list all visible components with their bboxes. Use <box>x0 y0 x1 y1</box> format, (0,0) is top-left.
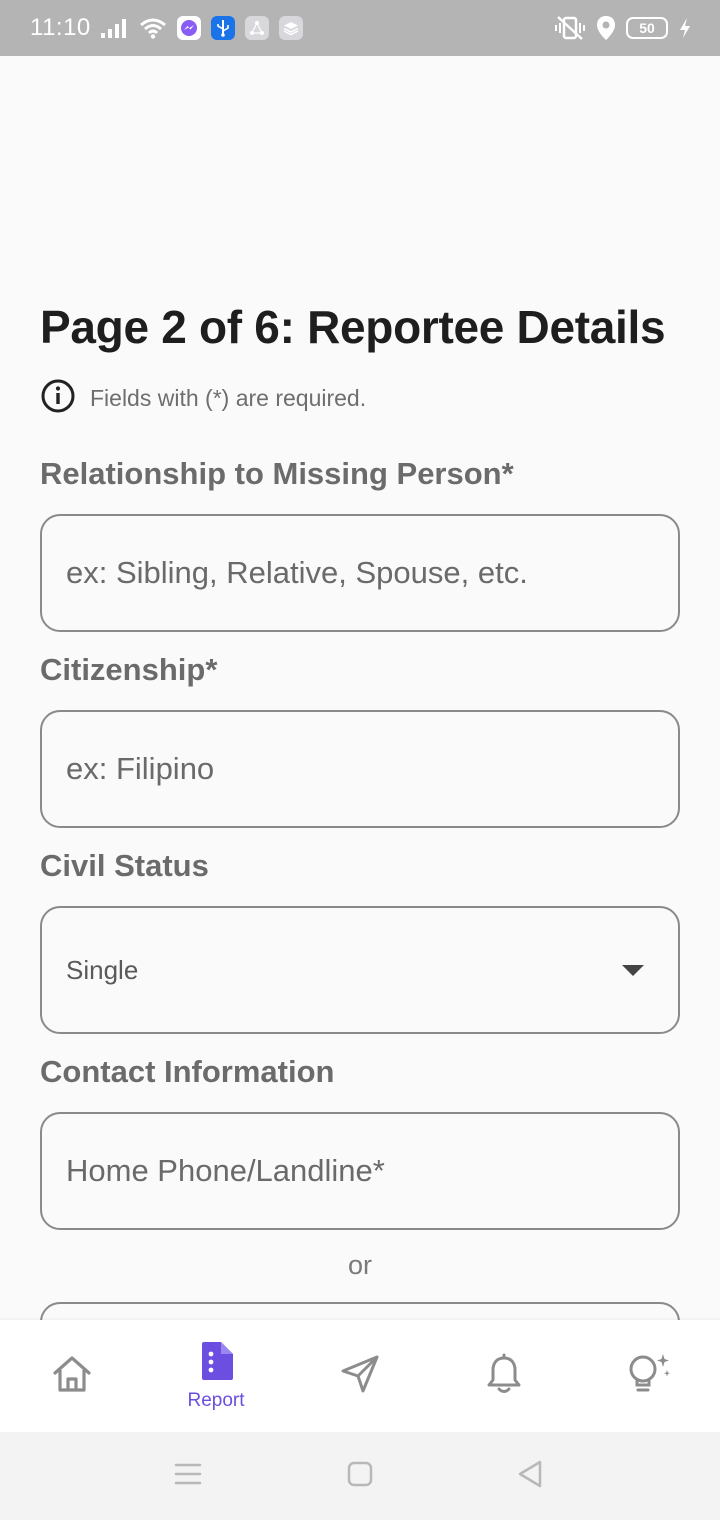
wifi-icon <box>139 17 167 39</box>
or-divider-text: or <box>347 1250 372 1280</box>
status-right: 50 <box>554 15 692 41</box>
status-time: 11:10 <box>30 14 91 41</box>
share-icon <box>244 16 269 40</box>
home-phone-field[interactable] <box>40 1112 680 1230</box>
nav-send[interactable] <box>305 1320 415 1432</box>
bottom-navigation: Report <box>0 1320 720 1432</box>
relationship-field[interactable] <box>40 514 680 632</box>
contact-info-label: Contact Information <box>40 1054 335 1089</box>
nav-tips[interactable] <box>593 1320 703 1432</box>
send-icon <box>339 1353 381 1400</box>
page-title: Page 2 of 6: Reportee Details <box>40 301 666 353</box>
required-note: Fields with (*) are required. <box>40 378 366 419</box>
nav-report-label: Report <box>187 1389 245 1411</box>
signal-icon <box>100 18 129 38</box>
citizenship-label: Citizenship* <box>40 652 218 687</box>
lightbulb-icon <box>623 1352 673 1401</box>
report-document-icon <box>197 1341 235 1386</box>
recents-button[interactable] <box>158 1454 218 1498</box>
bell-icon <box>485 1353 523 1400</box>
citizenship-field[interactable] <box>40 710 680 828</box>
status-bar: 11:10 50 <box>0 0 720 56</box>
info-icon <box>40 378 76 419</box>
recents-icon <box>173 1461 203 1492</box>
back-triangle-icon <box>516 1459 544 1494</box>
back-button[interactable] <box>500 1454 560 1498</box>
citizenship-input[interactable] <box>66 751 654 787</box>
messenger-icon <box>176 16 201 40</box>
charging-icon <box>678 17 692 39</box>
mobile-phone-field[interactable] <box>40 1302 680 1320</box>
system-navigation <box>0 1432 720 1520</box>
battery-icon: 50 <box>626 17 668 39</box>
nav-home[interactable] <box>17 1320 127 1432</box>
civil-status-dropdown[interactable]: Single <box>40 906 680 1034</box>
location-icon <box>596 15 616 41</box>
layers-icon <box>278 16 303 40</box>
home-square-icon <box>346 1460 374 1493</box>
nav-report[interactable]: Report <box>161 1320 271 1432</box>
home-button[interactable] <box>330 1454 390 1498</box>
dropdown-caret-icon <box>622 964 644 976</box>
status-left: 11:10 <box>30 14 303 42</box>
form-content: Page 2 of 6: Reportee Details Fields wit… <box>40 56 680 1320</box>
civil-status-value: Single <box>66 954 139 985</box>
home-icon <box>51 1354 93 1399</box>
vibrate-off-icon <box>554 15 586 41</box>
relationship-input[interactable] <box>66 555 654 591</box>
home-phone-input[interactable] <box>66 1153 654 1189</box>
nav-notifications[interactable] <box>449 1320 559 1432</box>
usb-icon <box>210 16 235 40</box>
civil-status-label: Civil Status <box>40 848 209 883</box>
relationship-label: Relationship to Missing Person* <box>40 456 514 491</box>
required-note-text: Fields with (*) are required. <box>90 385 367 411</box>
